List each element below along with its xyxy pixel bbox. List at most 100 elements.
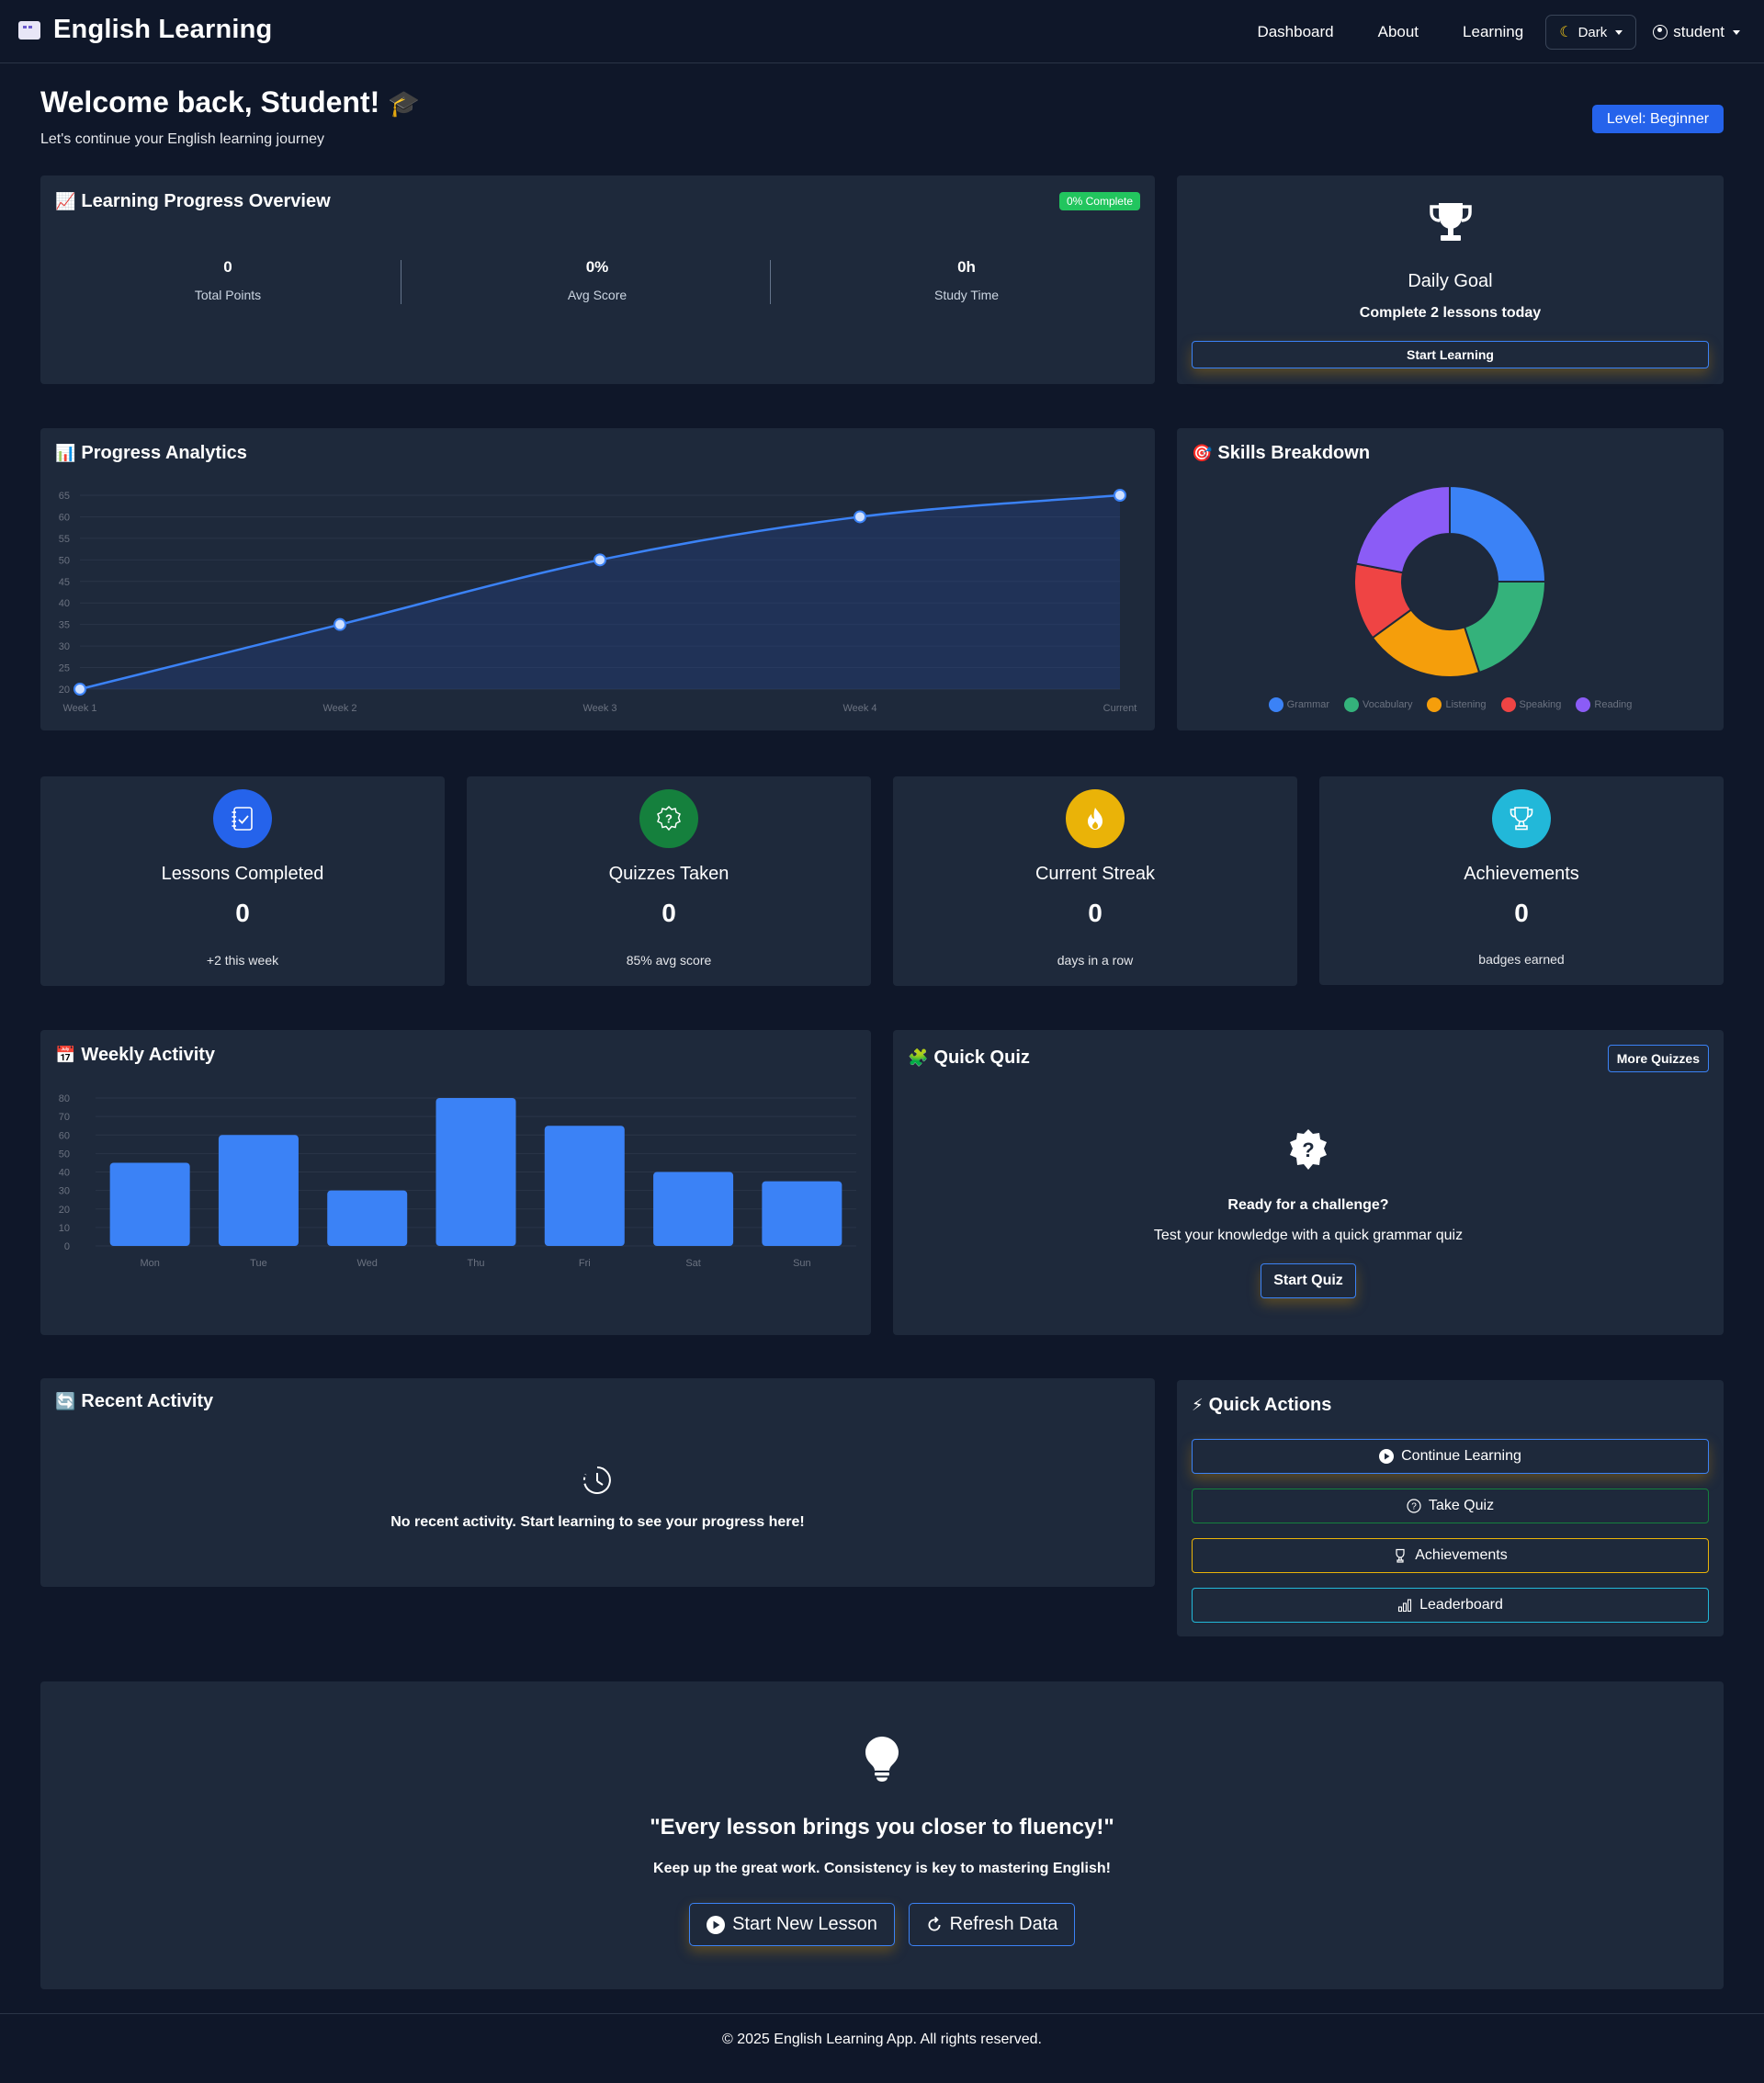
legend-item[interactable]: Grammar [1268,697,1330,712]
quick-actions-title: Quick Actions [1208,1395,1332,1415]
legend-label: Listening [1445,699,1487,710]
stat-card-lessons: Lessons Completed 0 +2 this week [40,776,445,986]
stat-card-icon-circle [213,789,272,848]
stat-card-title: Achievements [1464,864,1579,884]
card-title: 📈 Learning Progress Overview [55,191,331,212]
user-dropdown-button[interactable]: student [1636,23,1749,41]
x-tick-label: Week 3 [582,703,616,714]
chevron-down-icon [1615,29,1623,35]
quick-quiz-description: Test your knowledge with a quick grammar… [1153,1228,1464,1243]
weekly-bar-chart: 0 10 20 30 40 50 60 70 80 Mon Tue Wed Thu Fri Sat Sun [59,1093,856,1269]
y-tick-label: 50 [59,1149,70,1160]
x-tick-label: Sun [793,1258,811,1269]
card-title: 🧩 Quick Quiz [908,1047,1030,1069]
y-tick-label: 10 [59,1223,70,1234]
stat-card-value: 0 [662,899,676,927]
nav-link-learning[interactable]: Learning [1441,14,1545,51]
take-quiz-button[interactable]: ? Take Quiz [1192,1489,1709,1523]
bar [544,1126,625,1246]
nav-link-about[interactable]: About [1356,14,1441,51]
user-circle-icon [1653,25,1668,40]
theme-label: Dark [1577,24,1608,40]
quick-actions-card: ⚡ Quick Actions Continue Learning ? Take… [1177,1380,1724,1636]
leaderboard-label: Leaderboard [1419,1597,1503,1613]
progress-analytics-card: 📊 Progress Analytics 20 25 30 35 40 45 50 55 60 6… [40,428,1155,730]
chart-up-icon: 📈 [55,192,76,210]
trophy-icon [1510,807,1533,831]
checklist-icon [232,807,253,831]
trophy-icon [1430,203,1472,241]
puzzle-icon: 🧩 [908,1048,929,1067]
leaderboard-button[interactable]: Leaderboard [1192,1588,1709,1623]
play-circle-icon [1379,1449,1395,1464]
level-badge: Level: Beginner [1592,105,1724,133]
app-window-icon [18,20,40,40]
refresh-data-button[interactable]: Refresh Data [909,1903,1075,1946]
y-tick-label: 60 [59,1130,70,1141]
svg-text:?: ? [1302,1138,1314,1161]
legend-item[interactable]: Listening [1427,697,1487,712]
welcome-title-text: Welcome back, Student! [40,85,380,119]
start-learning-button[interactable]: Start Learning [1192,341,1709,368]
start-quiz-button[interactable]: Start Quiz [1261,1263,1356,1298]
legend-item[interactable]: Speaking [1500,697,1562,712]
legend-label: Speaking [1519,699,1562,710]
more-quizzes-button[interactable]: More Quizzes [1607,1045,1709,1072]
legend-item[interactable]: Reading [1576,697,1632,712]
stat-value: 0h [957,258,976,276]
stat-label: Avg Score [567,288,628,302]
stat-card-value: 0 [235,899,250,927]
stat-card-subtitle: +2 this week [206,953,279,968]
brand[interactable]: English Learning [18,15,272,45]
stat-card-title: Lessons Completed [161,864,324,884]
quick-quiz-card: 🧩 Quick Quiz More Quizzes ? Ready for a … [893,1030,1724,1335]
legend-item[interactable]: Vocabulary [1344,697,1412,712]
footer-divider [0,2013,1764,2014]
donut-slice [1449,484,1547,583]
quote-subtitle: Keep up the great work. Consistency is k… [653,1861,1111,1876]
bar [653,1172,734,1246]
line-area-fill [80,495,1120,689]
skills-breakdown-card: 🎯 Skills Breakdown Grammar Vocabulary List… [1177,428,1724,730]
y-tick-label: 80 [59,1093,70,1104]
lightning-icon: ⚡ [1192,1396,1204,1414]
y-tick-label: 0 [64,1241,70,1252]
nav-link-dashboard[interactable]: Dashboard [1235,14,1355,51]
legend-swatch [1344,697,1360,712]
start-new-lesson-button[interactable]: Start New Lesson [689,1903,895,1946]
continue-learning-button[interactable]: Continue Learning [1192,1439,1709,1474]
theme-dropdown-button[interactable]: ☾ Dark [1545,15,1637,50]
legend-label: Reading [1594,699,1633,710]
graduation-cap-icon: 🎓 [388,89,421,118]
continue-learning-label: Continue Learning [1401,1448,1521,1464]
stat-card-icon-circle [1492,789,1551,848]
legend-label: Grammar [1286,699,1330,710]
stat-card-title: Quizzes Taken [608,864,729,884]
bar [762,1181,842,1246]
donut-slice [1463,581,1547,674]
legend-swatch [1427,697,1442,712]
x-tick-label: Thu [468,1258,485,1269]
stat-card-icon-circle [1066,789,1125,848]
daily-goal-subtitle: Complete 2 lessons today [1359,305,1542,321]
start-new-lesson-label: Start New Lesson [732,1914,877,1934]
trophy-icon [1396,1548,1405,1563]
y-tick-label: 20 [59,685,70,696]
donut-slice [1354,484,1451,574]
x-tick-label: Current [1103,703,1137,714]
stat-value: 0% [585,258,609,276]
data-point [74,683,86,696]
nav-links: Dashboard About Learning ☾ Dark student [1235,14,1749,51]
welcome-title: Welcome back, Student! 🎓 [40,85,420,119]
x-tick-label: Fri [579,1258,591,1269]
stat-card-achievements: Achievements 0 badges earned [1319,776,1724,985]
legend-swatch [1500,697,1516,712]
y-tick-label: 35 [59,620,70,631]
achievements-button[interactable]: Achievements [1192,1538,1709,1573]
stat-label: Study Time [933,288,1000,302]
user-label: student [1673,23,1724,40]
y-tick-label: 50 [59,555,70,566]
y-tick-label: 60 [59,512,70,523]
recent-activity-card: 🔄 Recent Activity No recent activity. St… [40,1378,1155,1587]
recent-empty-text: No recent activity. Start learning to se… [390,1514,805,1530]
